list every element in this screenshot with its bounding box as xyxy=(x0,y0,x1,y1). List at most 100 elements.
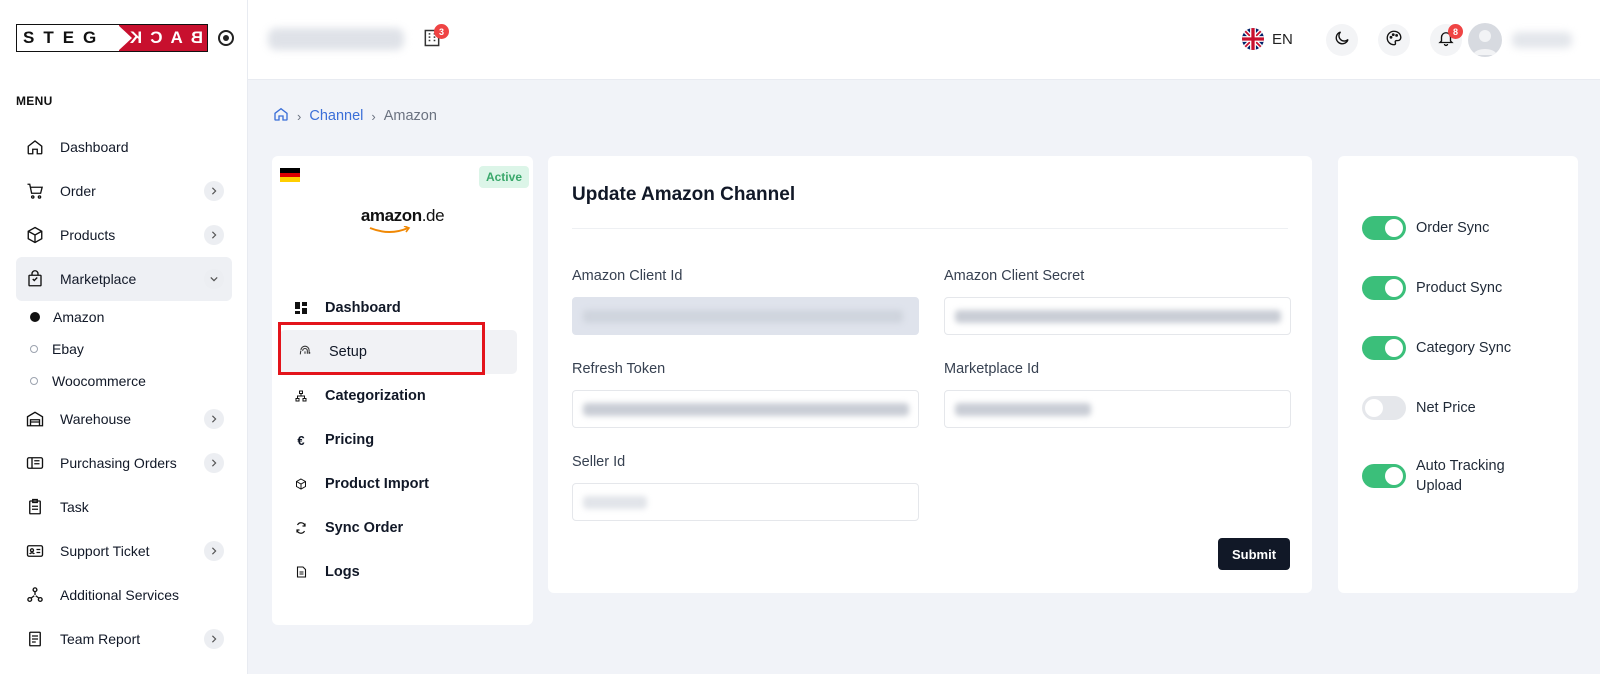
report-icon xyxy=(24,628,46,650)
chevron-right-icon[interactable] xyxy=(204,181,224,201)
client-secret-field[interactable] xyxy=(944,297,1291,335)
refresh-token-field[interactable] xyxy=(572,390,919,428)
seller-id-field[interactable] xyxy=(572,483,919,521)
sidebar-toggle-icon[interactable] xyxy=(218,30,234,46)
channel-menu-label: Dashboard xyxy=(325,300,401,316)
status-badge: Active xyxy=(478,166,529,188)
marketplace-id-label: Marketplace Id xyxy=(944,361,1040,377)
amazon-logo-tld: .de xyxy=(421,206,445,225)
brand-logo-right: BACK xyxy=(119,25,207,51)
seller-id-label: Seller Id xyxy=(572,454,626,470)
germany-flag-icon xyxy=(280,168,300,183)
chevron-right-icon[interactable] xyxy=(204,225,224,245)
sidebar-item-purchasing-orders[interactable]: Purchasing Orders xyxy=(16,441,232,485)
sidebar-item-label: Products xyxy=(60,227,116,243)
sidebar-item-label: Purchasing Orders xyxy=(60,455,177,471)
channel-menu-sync-order[interactable]: Sync Order xyxy=(280,506,517,550)
client-id-field[interactable] xyxy=(572,297,919,335)
language-selector[interactable]: EN xyxy=(1242,28,1293,50)
submit-button[interactable]: Submit xyxy=(1218,538,1290,570)
sidebar-subitem-amazon[interactable]: Amazon xyxy=(30,301,232,333)
palette-icon xyxy=(1385,29,1403,52)
sidebar-subitem-ebay[interactable]: Ebay xyxy=(30,333,232,365)
chevron-down-icon[interactable] xyxy=(204,269,224,289)
warehouse-icon xyxy=(24,408,46,430)
redacted-value xyxy=(583,496,647,509)
client-id-label: Amazon Client Id xyxy=(572,268,683,284)
bullet-icon xyxy=(30,312,40,322)
channel-menu-logs[interactable]: Logs xyxy=(280,550,517,594)
moon-icon xyxy=(1333,29,1351,52)
net-price-toggle[interactable] xyxy=(1362,396,1406,420)
euro-icon: € xyxy=(297,432,305,448)
toggle-row-order-sync: Order Sync xyxy=(1362,216,1489,240)
refresh-token-label: Refresh Token xyxy=(572,361,666,377)
sidebar-item-label: Order xyxy=(60,183,96,199)
brand-logo[interactable]: STEG BACK xyxy=(16,24,234,52)
chevron-right-icon[interactable] xyxy=(204,629,224,649)
breadcrumb-channel-link[interactable]: Channel xyxy=(309,108,363,124)
toggle-label: Auto Tracking Upload xyxy=(1416,458,1505,494)
box-icon xyxy=(24,224,46,246)
home-icon[interactable] xyxy=(273,106,289,126)
sidebar-item-products[interactable]: Products xyxy=(16,213,232,257)
update-channel-form: Update Amazon Channel Amazon Client Id A… xyxy=(548,156,1312,593)
sidebar-item-warehouse[interactable]: Warehouse xyxy=(16,397,232,441)
redacted-value xyxy=(955,403,1091,416)
sidebar-item-order[interactable]: Order xyxy=(16,169,232,213)
purchase-icon xyxy=(24,452,46,474)
client-secret-label: Amazon Client Secret xyxy=(944,268,1085,284)
channel-menu-label: Pricing xyxy=(325,432,375,448)
company-switch-button[interactable]: 3 xyxy=(422,24,449,50)
avatar[interactable] xyxy=(1468,23,1502,57)
amazon-smile-icon xyxy=(369,226,411,233)
redacted-value xyxy=(583,403,909,416)
sidebar-item-team-report[interactable]: Team Report xyxy=(16,617,232,661)
sidebar-item-label: Support Ticket xyxy=(60,543,150,559)
chevron-right-icon: › xyxy=(297,108,302,124)
home-icon xyxy=(24,136,46,158)
chevron-right-icon[interactable] xyxy=(204,409,224,429)
dark-mode-button[interactable] xyxy=(1326,24,1358,56)
sidebar-item-marketplace[interactable]: Marketplace xyxy=(16,257,232,301)
channel-menu-label: Logs xyxy=(325,564,360,580)
theme-button[interactable] xyxy=(1378,24,1410,56)
sync-icon xyxy=(294,521,308,535)
company-count-badge: 3 xyxy=(434,24,449,39)
sidebar-subitem-woocommerce[interactable]: Woocommerce xyxy=(30,365,232,397)
order-sync-toggle[interactable] xyxy=(1362,216,1406,240)
menu-title: MENU xyxy=(16,94,53,108)
amazon-logo-name: amazon xyxy=(360,206,422,225)
sidebar-item-task[interactable]: Task xyxy=(16,485,232,529)
toggle-row-product-sync: Product Sync xyxy=(1362,276,1502,300)
chevron-right-icon[interactable] xyxy=(204,541,224,561)
setup-highlight-box xyxy=(278,322,485,375)
channel-menu-pricing[interactable]: € Pricing xyxy=(280,418,517,462)
shopping-bag-icon xyxy=(24,268,46,290)
redacted-value xyxy=(955,310,1281,323)
sidebar-item-additional-services[interactable]: Additional Services xyxy=(16,573,232,617)
product-sync-toggle[interactable] xyxy=(1362,276,1406,300)
channel-menu-product-import[interactable]: Product Import xyxy=(280,462,517,506)
user-name-redacted[interactable] xyxy=(1512,32,1572,48)
notifications-button[interactable]: 8 xyxy=(1430,24,1463,56)
sidebar-subitem-label: Amazon xyxy=(53,309,105,325)
sidebar-item-support-ticket[interactable]: Support Ticket xyxy=(16,529,232,573)
amazon-logo: amazon.de xyxy=(272,206,533,226)
dashboard-icon xyxy=(294,301,308,315)
category-sync-toggle[interactable] xyxy=(1362,336,1406,360)
channel-menu-categorization[interactable]: Categorization xyxy=(280,374,517,418)
toggle-label: Order Sync xyxy=(1416,220,1490,236)
auto-tracking-upload-toggle[interactable] xyxy=(1362,464,1406,488)
uk-flag-icon xyxy=(1242,28,1264,50)
breadcrumb: › Channel › Amazon xyxy=(273,106,437,126)
sidebar-item-dashboard[interactable]: Dashboard xyxy=(16,125,232,169)
sync-settings-card: Order Sync Product Sync Category Sync Ne… xyxy=(1338,156,1578,593)
cart-icon xyxy=(24,180,46,202)
sidebar: STEG BACK MENU Dashboard Order Products xyxy=(0,0,248,674)
chevron-right-icon[interactable] xyxy=(204,453,224,473)
language-code: EN xyxy=(1272,30,1293,48)
toggle-row-auto-tracking-upload: Auto Tracking Upload xyxy=(1362,456,1516,496)
marketplace-id-field[interactable] xyxy=(944,390,1291,428)
toggle-row-category-sync: Category Sync xyxy=(1362,336,1511,360)
